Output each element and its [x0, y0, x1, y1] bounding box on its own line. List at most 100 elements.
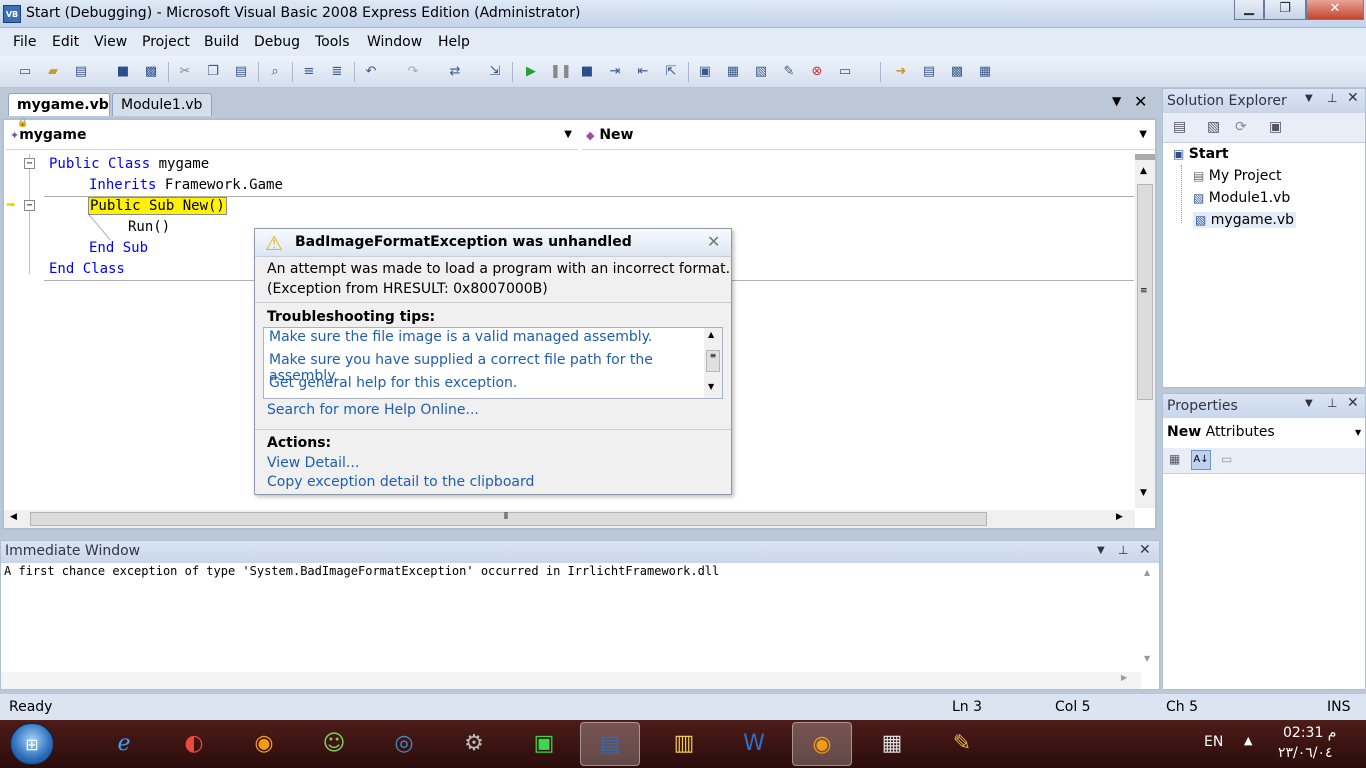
search-help-online-link[interactable]: Search for more Help Online...	[267, 402, 479, 418]
close-document-icon[interactable]: ✕	[1134, 92, 1147, 111]
show-next-statement-icon[interactable]: ➜	[892, 63, 910, 81]
properties-icon[interactable]: ▧	[1207, 119, 1220, 135]
menu-help[interactable]: Help	[438, 34, 470, 50]
menu-view[interactable]: View	[94, 34, 127, 50]
show-all-files-icon[interactable]: ▤	[1173, 119, 1186, 135]
menu-debug[interactable]: Debug	[254, 34, 300, 50]
game-client-icon[interactable]: ◎	[374, 722, 434, 766]
copy-icon[interactable]: ❐	[204, 63, 222, 81]
word-icon[interactable]: W	[724, 722, 784, 766]
save-all-icon[interactable]: ▩	[142, 63, 160, 81]
collapse-class-icon[interactable]: −	[24, 158, 35, 169]
firefox-icon[interactable]: ◉	[234, 722, 294, 766]
class-name-combo[interactable]: ✦mygame ▼	[6, 122, 578, 150]
start-button[interactable]: ⊞	[10, 723, 54, 765]
close-icon[interactable]: ✕	[1347, 395, 1359, 411]
clock-time[interactable]: 02:31 م	[1283, 725, 1336, 741]
breakpoints-icon[interactable]: ▩	[948, 63, 966, 81]
minimize-button[interactable]: ▁	[1234, 0, 1264, 20]
continue-icon[interactable]: ▶	[522, 63, 540, 81]
ccleaner-icon[interactable]: ◐	[164, 722, 224, 766]
break-all-icon[interactable]: ❚❚	[550, 63, 572, 81]
menu-tools[interactable]: Tools	[315, 34, 350, 50]
steam-icon[interactable]: ⚙	[444, 722, 504, 766]
view-detail-link[interactable]: View Detail...	[267, 455, 359, 471]
internet-explorer-icon[interactable]: ℯ	[94, 722, 154, 766]
add-item-icon[interactable]: ▤	[72, 63, 90, 81]
pin-icon[interactable]: ⊥	[1327, 396, 1337, 410]
categorized-icon[interactable]: ▦	[1169, 452, 1180, 466]
comment-icon[interactable]: ≡	[300, 63, 318, 81]
file-explorer-icon[interactable]: ▥	[654, 722, 714, 766]
close-button[interactable]: ✕	[1306, 0, 1364, 20]
clock-date[interactable]: ٢٣/٠٦/٠٤	[1278, 745, 1333, 761]
menu-build[interactable]: Build	[204, 34, 239, 50]
cut-icon[interactable]: ✂	[176, 63, 194, 81]
editor-horizontal-scrollbar[interactable]: ◀ ⦀ ▶	[4, 510, 1135, 528]
maximize-button[interactable]: ❐	[1264, 0, 1306, 20]
vb-app-icon[interactable]: VB	[3, 5, 21, 23]
immediate-scrollbar[interactable]: ▲ ▼	[1141, 564, 1159, 672]
navigate-icon[interactable]: ⇄	[446, 63, 464, 81]
toolbox-icon[interactable]: ✎	[780, 63, 798, 81]
tip-link-1[interactable]: Make sure the file image is a valid mana…	[269, 329, 652, 345]
close-icon[interactable]: ✕	[1139, 542, 1151, 558]
properties-object-selector[interactable]: New Attributes	[1167, 424, 1275, 440]
copy-exception-link[interactable]: Copy exception detail to the clipboard	[267, 474, 534, 490]
tree-item-start[interactable]: ▣ Start	[1173, 146, 1229, 162]
property-pages-icon[interactable]: ▭	[1221, 452, 1232, 466]
menu-edit[interactable]: Edit	[52, 34, 79, 50]
chevron-down-icon[interactable]: ▼	[1097, 545, 1105, 556]
publish-icon[interactable]: ⇲	[486, 63, 504, 81]
collapse-sub-icon[interactable]: −	[24, 200, 35, 211]
hex-display-icon[interactable]: ▤	[920, 63, 938, 81]
visual-basic-taskbar-icon[interactable]: ▤	[580, 722, 640, 766]
solution-explorer-icon[interactable]: ▣	[696, 63, 714, 81]
redo-icon[interactable]: ↷	[404, 63, 422, 81]
method-name-combo[interactable]: ◆ New ▼	[582, 122, 1155, 150]
tree-item-mygame[interactable]: ▧ mygame.vb	[1193, 212, 1297, 228]
close-icon[interactable]: ✕	[1347, 90, 1359, 106]
tips-scrollbar[interactable]: ▲ ≡ ▼	[704, 328, 722, 398]
paste-icon[interactable]: ▤	[232, 63, 250, 81]
show-hidden-icons-icon[interactable]: ▲	[1244, 734, 1252, 747]
pin-icon[interactable]: ⊥	[1118, 543, 1128, 557]
tree-item-my-project[interactable]: ▤ My Project	[1193, 168, 1282, 184]
error-list-icon[interactable]: ⊗	[808, 63, 826, 81]
undo-icon[interactable]: ↶	[362, 63, 380, 81]
game-app-icon[interactable]: ▣	[514, 722, 574, 766]
chevron-down-icon[interactable]: ▼	[1139, 129, 1147, 140]
open-file-icon[interactable]: ▰	[44, 63, 62, 81]
messenger-icon[interactable]: ☺	[304, 722, 364, 766]
save-icon[interactable]: ■	[114, 63, 132, 81]
tree-item-module1[interactable]: ▧ Module1.vb	[1193, 190, 1290, 206]
stop-debugging-icon[interactable]: ■	[578, 63, 596, 81]
tip-link-3[interactable]: Get general help for this exception.	[269, 375, 517, 391]
uncomment-icon[interactable]: ≣	[328, 63, 346, 81]
menu-window[interactable]: Window	[367, 34, 422, 50]
editor-hscroll-thumb[interactable]	[30, 512, 987, 526]
step-out-icon[interactable]: ⇱	[662, 63, 680, 81]
start-page-icon[interactable]: ▭	[836, 63, 854, 81]
alphabetical-icon[interactable]: A↓	[1191, 450, 1211, 470]
tab-mygame-vb[interactable]: mygame.vb 🔒	[8, 93, 110, 128]
chevron-down-icon[interactable]: ▼	[1355, 428, 1361, 437]
properties-window-icon[interactable]: ▦	[724, 63, 742, 81]
notepad-icon[interactable]: ▦	[862, 722, 922, 766]
pin-icon[interactable]: ⊥	[1327, 91, 1337, 105]
tab-dropdown-icon[interactable]: ▼	[1112, 94, 1121, 108]
new-project-icon[interactable]: ▭	[16, 63, 34, 81]
editor-vertical-scrollbar[interactable]: ▲ ≡ ▼	[1135, 154, 1155, 508]
firefox-window-icon[interactable]: ◉	[792, 722, 852, 766]
immediate-hscrollbar[interactable]: ▶	[1, 672, 1141, 689]
find-icon[interactable]: ⌕	[266, 63, 284, 81]
windows-icon[interactable]: ▦	[976, 63, 994, 81]
refresh-icon[interactable]: ⟳	[1235, 119, 1247, 135]
object-browser-icon[interactable]: ▧	[752, 63, 770, 81]
step-into-icon[interactable]: ⇥	[606, 63, 624, 81]
chevron-down-icon[interactable]: ▼	[1305, 398, 1313, 409]
close-icon[interactable]: ✕	[707, 232, 720, 251]
step-over-icon[interactable]: ⇤	[634, 63, 652, 81]
tab-module1-vb[interactable]: Module1.vb 🔒	[112, 93, 212, 128]
language-indicator[interactable]: EN	[1204, 734, 1223, 750]
